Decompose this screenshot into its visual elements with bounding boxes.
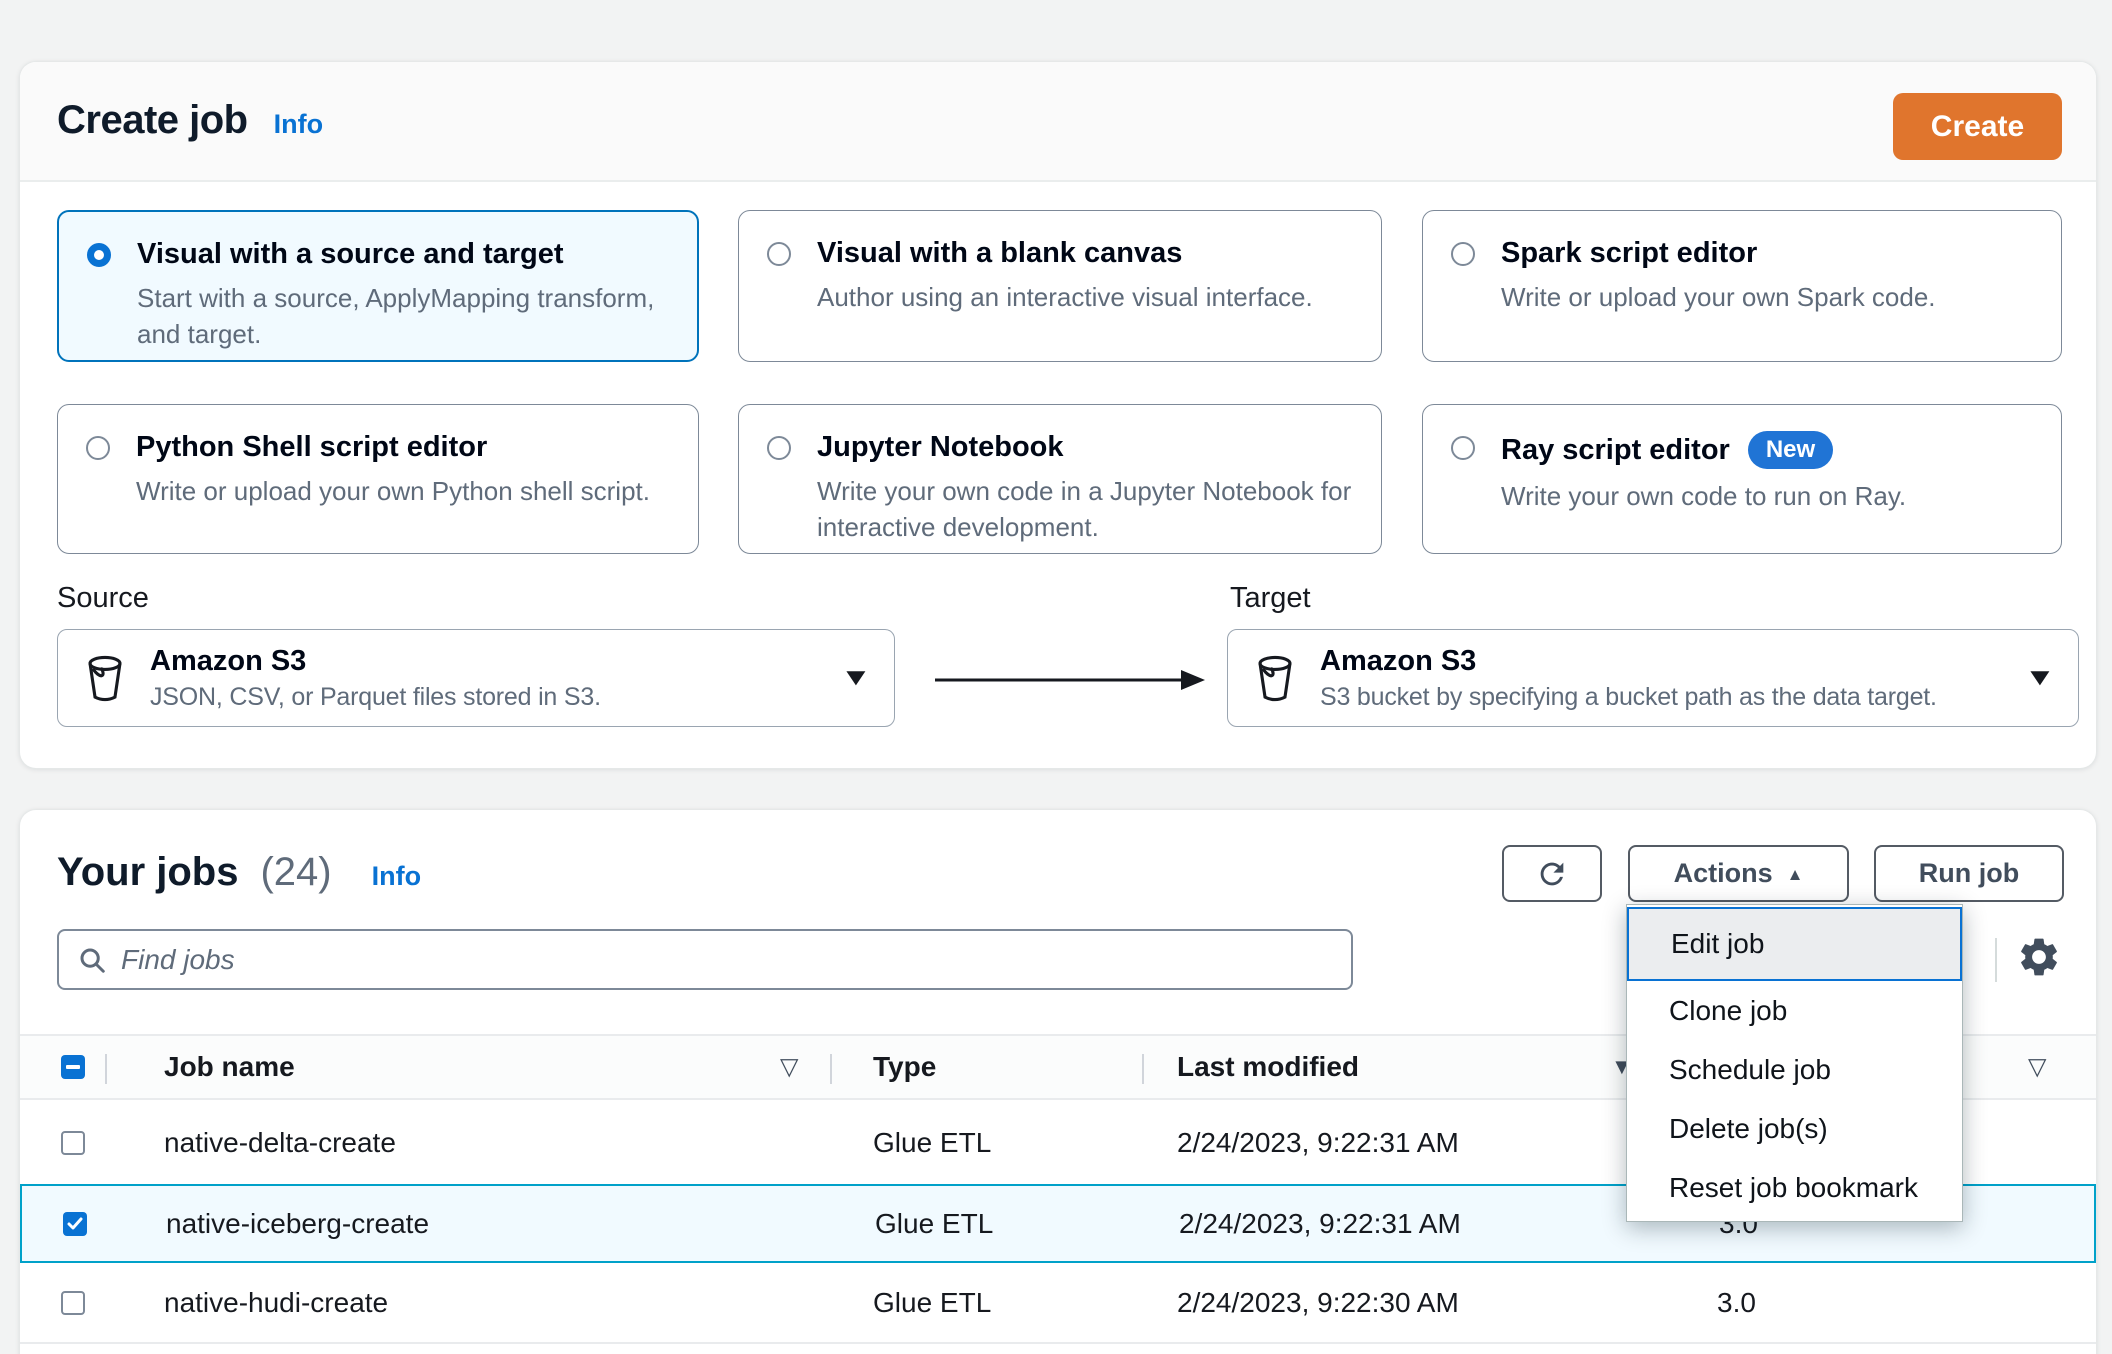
source-select-title: Amazon S3	[150, 644, 307, 677]
option-description: Write your own code in a Jupyter Noteboo…	[817, 476, 1352, 542]
option-description: Start with a source, ApplyMapping transf…	[137, 283, 655, 349]
run-job-button[interactable]: Run job	[1874, 845, 2064, 902]
option-title: Visual with a blank canvas	[817, 237, 1183, 269]
run-job-button-label: Run job	[1918, 858, 2020, 888]
source-select-texts: Amazon S3 JSON, CSV, or Parquet files st…	[150, 645, 601, 712]
target-select-texts: Amazon S3 S3 bucket by specifying a buck…	[1320, 645, 1937, 712]
option-title: Spark script editor	[1501, 237, 1758, 269]
job-type-cell: Glue ETL	[875, 1207, 994, 1239]
caret-up-icon: ▲	[1786, 864, 1804, 884]
column-header-type[interactable]: Type	[873, 1051, 936, 1083]
create-job-header: Create job Info Create	[20, 62, 2096, 182]
option-card-body: Python Shell script editor Write or uplo…	[136, 431, 650, 527]
option-card-python-shell-editor[interactable]: Python Shell script editor Write or uplo…	[57, 404, 699, 554]
create-button[interactable]: Create	[1893, 93, 2062, 160]
table-row[interactable]: native-hudi-create Glue ETL 2/24/2023, 9…	[20, 1263, 2096, 1342]
option-card-jupyter-notebook[interactable]: Jupyter Notebook Write your own code in …	[738, 404, 1382, 554]
option-title-row: Ray script editor New	[1501, 431, 1906, 469]
row-checkbox[interactable]	[61, 1131, 85, 1155]
option-card-visual-blank-canvas[interactable]: Visual with a blank canvas Author using …	[738, 210, 1382, 362]
radio-icon[interactable]	[1451, 242, 1475, 266]
menu-item-schedule-job[interactable]: Schedule job	[1627, 1040, 1962, 1099]
search-input[interactable]	[121, 943, 1333, 976]
page-title: Create job	[57, 98, 248, 142]
option-card-body: Visual with a source and target Start wi…	[137, 238, 669, 349]
job-name-link[interactable]: native-hudi-create	[164, 1287, 388, 1319]
job-name-link[interactable]: native-iceberg-create	[166, 1208, 429, 1240]
create-job-title-row: Create job Info	[57, 98, 323, 143]
source-select-description: JSON, CSV, or Parquet files stored in S3…	[150, 682, 601, 711]
option-description: Write or upload your own Spark code.	[1501, 282, 1936, 312]
s3-bucket-icon	[80, 651, 130, 705]
menu-item-reset-job-bookmark[interactable]: Reset job bookmark	[1627, 1158, 1962, 1217]
search-box	[57, 929, 1353, 990]
option-title: Ray script editor	[1501, 433, 1730, 466]
your-jobs-title-row: Your jobs (24) Info	[57, 850, 421, 895]
create-job-panel: Create job Info Create Visual with a sou…	[20, 62, 2096, 768]
menu-item-clone-job[interactable]: Clone job	[1627, 981, 1962, 1040]
target-select-description: S3 bucket by specifying a bucket path as…	[1320, 682, 1937, 711]
radio-icon[interactable]	[86, 436, 110, 460]
s3-bucket-icon	[1250, 651, 1300, 705]
option-card-body: Ray script editor New Write your own cod…	[1501, 431, 1906, 527]
source-to-target-arrow-icon	[935, 670, 1205, 690]
radio-icon[interactable]	[1451, 436, 1475, 460]
page: Create job Info Create Visual with a sou…	[0, 0, 2112, 1354]
column-header-job-name[interactable]: Job name	[164, 1051, 295, 1083]
refresh-icon	[1535, 857, 1569, 891]
target-select-title: Amazon S3	[1320, 644, 1477, 677]
menu-item-edit-job[interactable]: Edit job	[1627, 907, 1962, 981]
chevron-down-icon: ▼	[2024, 664, 2057, 691]
select-all-checkbox[interactable]	[61, 1055, 85, 1079]
your-jobs-count: (24)	[260, 850, 332, 894]
sort-indicator-icon[interactable]: ▽	[2028, 1053, 2046, 1082]
job-type-cell: Glue ETL	[873, 1286, 992, 1318]
toolbar-divider	[1995, 938, 1997, 982]
option-description: Write or upload your own Python shell sc…	[136, 476, 650, 506]
target-label: Target	[1230, 582, 1311, 614]
row-checkbox-checked[interactable]	[63, 1211, 87, 1236]
column-header-last-modified[interactable]: Last modified	[1177, 1051, 1359, 1083]
last-modified-cell: 2/24/2023, 9:22:31 AM	[1177, 1127, 1459, 1158]
option-card-visual-source-target[interactable]: Visual with a source and target Start wi…	[57, 210, 699, 362]
radio-icon[interactable]	[767, 436, 791, 460]
refresh-button[interactable]	[1502, 845, 1602, 902]
last-modified-cell: 2/24/2023, 9:22:30 AM	[1177, 1286, 1459, 1318]
option-title: Python Shell script editor	[136, 431, 488, 463]
search-icon	[77, 945, 107, 975]
your-jobs-info-link[interactable]: Info	[372, 861, 421, 892]
job-type-cell: Glue ETL	[873, 1127, 992, 1158]
row-divider	[20, 1342, 2096, 1344]
actions-button[interactable]: Actions ▲	[1628, 845, 1849, 902]
option-card-body: Visual with a blank canvas Author using …	[817, 237, 1313, 335]
target-select[interactable]: Amazon S3 S3 bucket by specifying a buck…	[1227, 629, 2079, 727]
preferences-button[interactable]	[2016, 934, 2064, 982]
row-checkbox[interactable]	[61, 1290, 85, 1315]
last-modified-cell: 2/24/2023, 9:22:31 AM	[1179, 1207, 1461, 1239]
menu-item-delete-jobs[interactable]: Delete job(s)	[1627, 1099, 1962, 1158]
option-card-ray-script-editor[interactable]: Ray script editor New Write your own cod…	[1422, 404, 2062, 554]
actions-button-label: Actions	[1673, 858, 1773, 888]
option-title: Visual with a source and target	[137, 238, 564, 270]
source-select[interactable]: Amazon S3 JSON, CSV, or Parquet files st…	[57, 629, 895, 727]
glue-version-cell: 3.0	[1717, 1286, 1756, 1318]
new-badge: New	[1747, 431, 1834, 469]
job-name-link[interactable]: native-delta-create	[164, 1127, 396, 1159]
radio-selected-icon[interactable]	[87, 243, 111, 267]
option-title: Jupyter Notebook	[817, 431, 1064, 463]
option-description: Write your own code to run on Ray.	[1501, 481, 1907, 511]
option-card-spark-script-editor[interactable]: Spark script editor Write or upload your…	[1422, 210, 2062, 362]
source-label: Source	[57, 582, 149, 614]
create-job-info-link[interactable]: Info	[274, 109, 323, 140]
option-card-body: Spark script editor Write or upload your…	[1501, 237, 1936, 335]
gear-icon	[2016, 934, 2064, 980]
sort-indicator-icon[interactable]: ▽	[780, 1053, 798, 1082]
your-jobs-title: Your jobs	[57, 850, 239, 894]
actions-dropdown-menu: Edit job Clone job Schedule job Delete j…	[1626, 904, 1963, 1222]
option-card-body: Jupyter Notebook Write your own code in …	[817, 431, 1353, 542]
option-description: Author using an interactive visual inter…	[817, 282, 1313, 312]
chevron-down-icon: ▼	[840, 664, 873, 691]
radio-icon[interactable]	[767, 242, 791, 266]
